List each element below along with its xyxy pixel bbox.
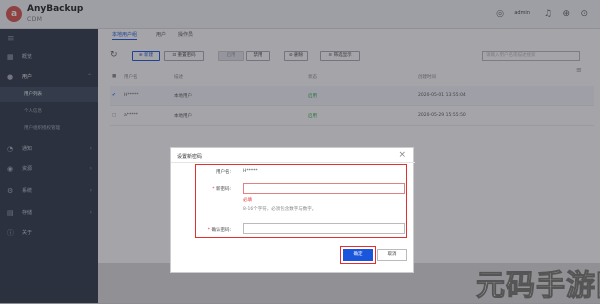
cancel-button[interactable]: 取消 [377, 249, 407, 261]
new-password-error: 必填 [243, 198, 252, 203]
dialog-title: 设置新密码 [177, 154, 203, 160]
set-password-dialog: 设置新密码 × 用户名: H***** * 新密码: 必填 8-16个字符，必须… [170, 147, 415, 273]
username-label: 用户名: [215, 170, 231, 175]
new-password-input[interactable] [243, 183, 405, 194]
confirm-password-label: * 确认密码: [207, 228, 231, 233]
watermark: 元码手游网 [475, 268, 600, 303]
close-icon[interactable]: × [398, 150, 406, 160]
new-password-label: * 新密码: [212, 187, 231, 192]
username-value: H***** [243, 169, 258, 174]
divider [171, 162, 415, 163]
confirm-button[interactable]: 确定 [343, 249, 373, 261]
password-hint: 8-16个字符，必须包含数字与数字。 [243, 207, 317, 212]
confirm-password-input[interactable] [243, 223, 405, 234]
